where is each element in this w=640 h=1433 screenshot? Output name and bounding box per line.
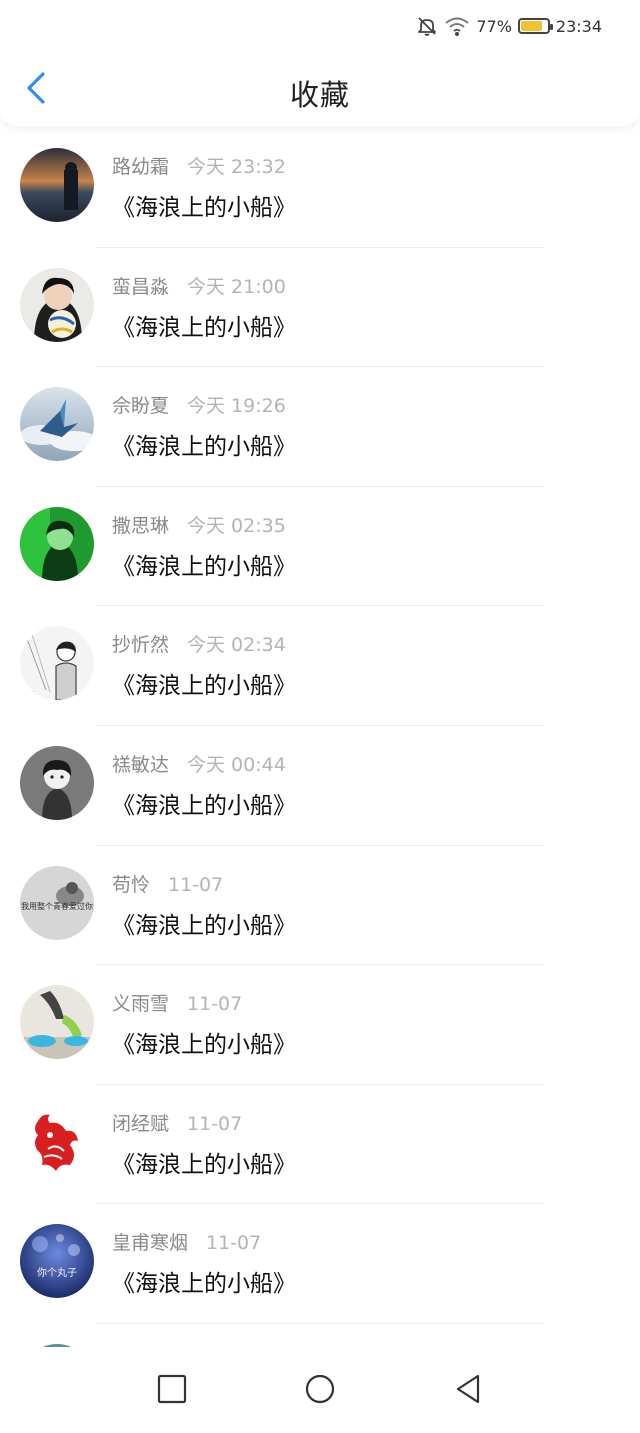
wifi-icon (444, 15, 470, 37)
battery-percent: 77% (476, 16, 512, 36)
status-bar: 77% 23:34 (0, 0, 640, 52)
favorite-time: 11-07 (187, 1112, 243, 1135)
list-item[interactable]: 义雨雪 11-07 《海浪上的小船》 (0, 965, 640, 1085)
favorite-time: 今天 00:44 (187, 753, 286, 776)
avatar[interactable]: … (20, 626, 94, 701)
user-name: 蛮昌淼 (112, 275, 170, 298)
user-name: 禚敏达 (112, 753, 170, 776)
song-title: 《海浪上的小船》 (112, 434, 296, 461)
triangle-back-icon (456, 1374, 480, 1404)
page-title: 收藏 (289, 78, 350, 112)
list-item[interactable]: 蛮昌淼 今天 21:00 《海浪上的小船》 (0, 248, 640, 368)
nav-back-button[interactable] (448, 1369, 488, 1409)
list-item[interactable]: 我用整个青春爱过你 苟怜 11-07 《海浪上的小船》 (0, 846, 640, 966)
item-meta: 撒思琳 今天 02:35 (112, 511, 286, 538)
list-item[interactable]: 撒思琳 今天 02:35 《海浪上的小船》 (0, 487, 640, 607)
avatar[interactable] (20, 267, 94, 342)
item-meta: 苟怜 11-07 (112, 870, 223, 897)
song-title: 《海浪上的小船》 (112, 1032, 296, 1059)
list-item[interactable]: 佘盼夏 今天 19:26 《海浪上的小船》 (0, 367, 640, 487)
avatar[interactable]: 你个丸子 (20, 1224, 94, 1299)
clock: 23:34 (555, 16, 602, 36)
song-title: 《海浪上的小船》 (112, 314, 296, 341)
avatar[interactable] (20, 1104, 94, 1179)
home-button[interactable] (300, 1369, 340, 1409)
bell-off-icon (416, 15, 438, 37)
favorite-time: 今天 19:26 (187, 395, 286, 418)
user-name: 路幼霜 (112, 156, 170, 178)
item-meta: 义雨雪 11-07 (112, 989, 242, 1016)
item-meta: 佘盼夏 今天 19:26 (112, 391, 286, 418)
circle-icon (305, 1374, 335, 1404)
user-name: 义雨雪 (112, 993, 170, 1016)
user-name: 皇甫寒烟 (112, 1232, 189, 1255)
status-icons: 77% 23:34 (416, 14, 602, 38)
item-meta: 蛮昌淼 今天 21:00 (112, 272, 286, 299)
favorite-time: 今天 21:00 (187, 275, 286, 298)
list-item[interactable]: … 抄忻然 今天 02:34 《海浪上的小船》 (0, 606, 640, 726)
system-nav-bar (0, 1347, 640, 1433)
item-meta: 禚敏达 今天 00:44 (112, 750, 286, 777)
avatar[interactable] (20, 985, 94, 1060)
avatar-caption: 你个丸子 (37, 1266, 77, 1279)
favorite-time: 今天 02:35 (187, 514, 286, 537)
list-item[interactable]: 你个丸子 皇甫寒烟 11-07 《海浪上的小船》 (0, 1204, 640, 1324)
item-meta: 抄忻然 今天 02:34 (112, 630, 286, 657)
avatar[interactable] (20, 387, 94, 462)
list-item[interactable] (0, 1324, 640, 1347)
favorite-time: 今天 02:34 (187, 634, 286, 657)
svg-text:…: … (28, 686, 35, 694)
list-item[interactable]: 路幼霜 今天 23:32 《海浪上的小船》 (0, 128, 640, 248)
song-title: 《海浪上的小船》 (112, 912, 296, 939)
song-title: 《海浪上的小船》 (112, 673, 296, 700)
app-header: 收藏 (0, 52, 640, 126)
battery-level-fill (520, 21, 543, 31)
song-title: 《海浪上的小船》 (112, 792, 296, 819)
avatar-caption: 我用整个青春爱过你 (21, 901, 93, 911)
item-meta: 路幼霜 今天 23:32 (112, 152, 286, 179)
user-name: 苟怜 (112, 873, 151, 896)
avatar[interactable] (20, 745, 94, 820)
user-name: 抄忻然 (112, 634, 170, 657)
favorite-time: 11-07 (206, 1232, 262, 1255)
song-title: 《海浪上的小船》 (112, 195, 296, 221)
user-name: 撒思琳 (112, 514, 170, 537)
user-name: 佘盼夏 (112, 395, 170, 418)
avatar[interactable]: 我用整个青春爱过你 (20, 865, 94, 940)
item-meta: 皇甫寒烟 11-07 (112, 1228, 261, 1255)
square-icon (157, 1374, 187, 1404)
user-name: 闭经赋 (112, 1112, 170, 1135)
list-item[interactable]: 闭经赋 11-07 《海浪上的小船》 (0, 1085, 640, 1205)
battery-icon (517, 18, 553, 34)
avatar[interactable] (20, 506, 94, 581)
favorite-time: 11-07 (187, 993, 243, 1016)
recents-button[interactable] (152, 1369, 192, 1409)
avatar[interactable] (20, 148, 94, 222)
item-meta: 闭经赋 11-07 (112, 1109, 242, 1136)
song-title: 《海浪上的小船》 (112, 1151, 296, 1178)
list-item[interactable]: 禚敏达 今天 00:44 《海浪上的小船》 (0, 726, 640, 846)
favorites-list: 路幼霜 今天 23:32 《海浪上的小船》 蛮昌淼 今天 21:00 《海浪上的… (0, 128, 640, 1347)
favorite-time: 11-07 (168, 873, 224, 896)
favorite-time: 今天 23:32 (187, 156, 286, 178)
song-title: 《海浪上的小船》 (112, 553, 296, 580)
song-title: 《海浪上的小船》 (112, 1271, 296, 1298)
